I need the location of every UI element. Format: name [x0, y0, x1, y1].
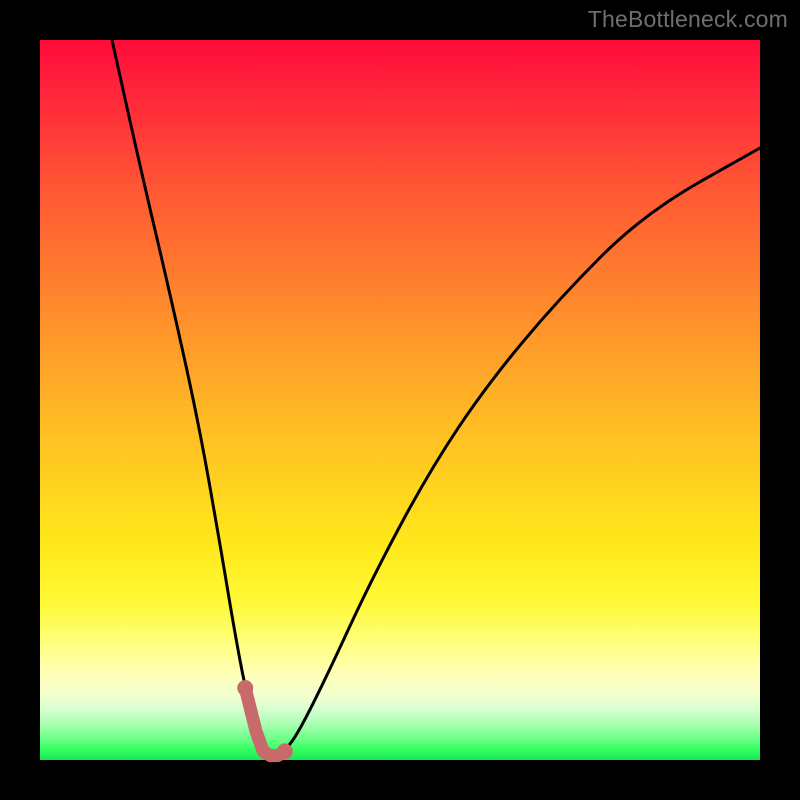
bottleneck-curve: [112, 40, 760, 756]
watermark-text: TheBottleneck.com: [588, 6, 788, 33]
marker-endpoint: [277, 743, 293, 759]
chart-frame: TheBottleneck.com: [0, 0, 800, 800]
optimal-zone-marker: [245, 688, 285, 756]
curve-svg: [40, 40, 760, 760]
marker-endpoint: [237, 680, 253, 696]
plot-area: [40, 40, 760, 760]
